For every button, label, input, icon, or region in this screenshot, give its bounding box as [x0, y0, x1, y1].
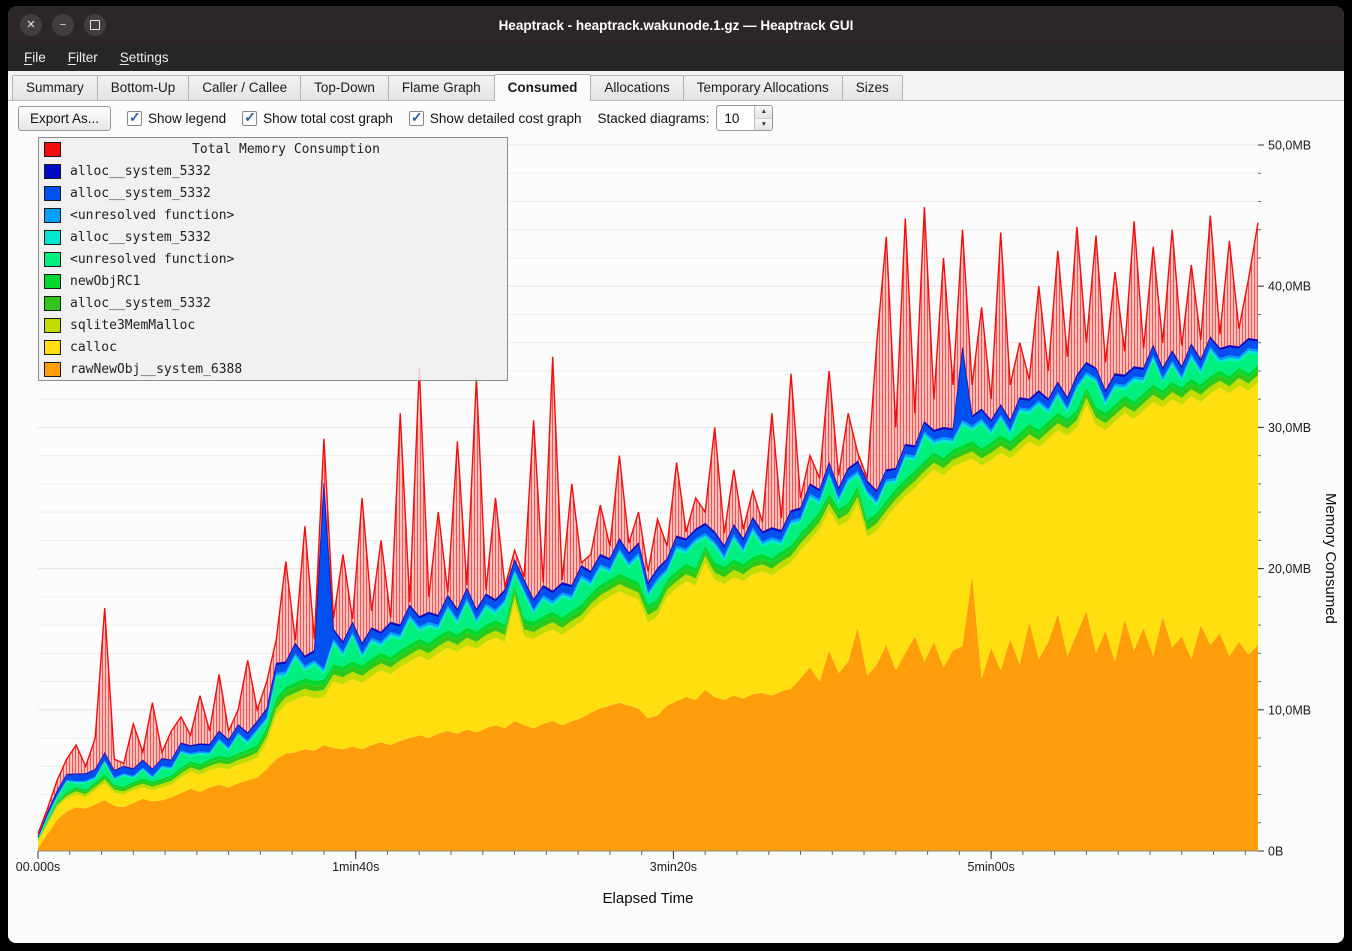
stacked-diagrams-row: Stacked diagrams: 10 ▲ ▼ — [598, 105, 774, 131]
tabbar: SummaryBottom-UpCaller / CalleeTop-DownF… — [8, 71, 1344, 101]
checkbox-box[interactable]: ✓ — [409, 111, 424, 126]
legend-label: alloc__system_5332 — [70, 186, 211, 201]
legend-swatch — [44, 296, 61, 311]
maximize-button[interactable] — [84, 14, 106, 36]
legend-swatch — [44, 164, 61, 179]
titlebar[interactable]: ✕ − Heaptrack - heaptrack.wakunode.1.gz … — [8, 6, 1344, 44]
legend-label: rawNewObj__system_6388 — [70, 362, 242, 377]
legend-label: <unresolved function> — [70, 252, 234, 267]
legend-swatch — [44, 230, 61, 245]
maximize-icon — [90, 20, 100, 30]
tab-caller-callee[interactable]: Caller / Callee — [188, 75, 301, 100]
legend-label: alloc__system_5332 — [70, 230, 211, 245]
legend-title: Total Memory Consumption — [70, 142, 502, 157]
menubar: FileFilterSettings — [8, 44, 1344, 71]
legend-label: <unresolved function> — [70, 208, 234, 223]
menu-filter[interactable]: Filter — [58, 47, 108, 68]
legend-swatch — [44, 274, 61, 289]
legend-swatch — [44, 362, 61, 377]
tab-top-down[interactable]: Top-Down — [300, 75, 389, 100]
legend-swatch — [44, 186, 61, 201]
legend-item-rawnewobj-system-6388: rawNewObj__system_6388 — [39, 358, 507, 380]
window-controls: ✕ − — [20, 14, 106, 36]
legend-title-row: Total Memory Consumption — [39, 138, 507, 160]
svg-text:20,0MB: 20,0MB — [1268, 562, 1311, 576]
tab-sizes[interactable]: Sizes — [842, 75, 903, 100]
spin-up-button[interactable]: ▲ — [755, 106, 772, 119]
legend-label: sqlite3MemMalloc — [70, 318, 195, 333]
checkbox-box[interactable]: ✓ — [127, 111, 142, 126]
minimize-button[interactable]: − — [52, 14, 74, 36]
svg-text:0B: 0B — [1268, 845, 1283, 859]
svg-text:10,0MB: 10,0MB — [1268, 703, 1311, 717]
svg-text:00.000s: 00.000s — [16, 860, 60, 874]
legend-item-alloc-system-5332: alloc__system_5332 — [39, 160, 507, 182]
checkbox-label: Show total cost graph — [263, 111, 393, 126]
spin-buttons: ▲ ▼ — [754, 106, 772, 130]
checkbox-label: Show detailed cost graph — [430, 111, 582, 126]
close-button[interactable]: ✕ — [20, 14, 42, 36]
legend-label: calloc — [70, 340, 117, 355]
show-detailed-cost-graph-checkbox[interactable]: ✓ Show detailed cost graph — [409, 111, 582, 126]
export-as-button[interactable]: Export As... — [18, 106, 111, 131]
show-legend-checkbox[interactable]: ✓ Show legend — [127, 111, 226, 126]
svg-text:40,0MB: 40,0MB — [1268, 280, 1311, 294]
stacked-diagrams-value[interactable]: 10 — [717, 106, 754, 130]
legend-item-calloc: calloc — [39, 336, 507, 358]
svg-text:5min00s: 5min00s — [968, 860, 1015, 874]
legend-label: alloc__system_5332 — [70, 164, 211, 179]
legend-item-alloc-system-5332: alloc__system_5332 — [39, 292, 507, 314]
heaptrack-window: ✕ − Heaptrack - heaptrack.wakunode.1.gz … — [8, 6, 1344, 943]
show-total-cost-graph-checkbox[interactable]: ✓ Show total cost graph — [242, 111, 393, 126]
legend-swatch — [44, 252, 61, 267]
legend-label: alloc__system_5332 — [70, 296, 211, 311]
legend-item-unresolved-function: <unresolved function> — [39, 248, 507, 270]
legend-item-unresolved-function: <unresolved function> — [39, 204, 507, 226]
legend-swatch — [44, 318, 61, 333]
y-axis-title: Memory Consumed — [1322, 493, 1339, 624]
window-frame: ✕ − Heaptrack - heaptrack.wakunode.1.gz … — [0, 0, 1352, 951]
tab-summary[interactable]: Summary — [12, 75, 98, 100]
window-title: Heaptrack - heaptrack.wakunode.1.gz — He… — [8, 18, 1344, 33]
tab-allocations[interactable]: Allocations — [590, 75, 683, 100]
checkbox-label: Show legend — [148, 111, 226, 126]
tab-consumed[interactable]: Consumed — [494, 74, 592, 101]
legend-item-sqlite3memmalloc: sqlite3MemMalloc — [39, 314, 507, 336]
svg-text:3min20s: 3min20s — [650, 860, 697, 874]
legend-item-alloc-system-5332: alloc__system_5332 — [39, 226, 507, 248]
tab-temporary-allocations[interactable]: Temporary Allocations — [683, 75, 843, 100]
chart-legend: Total Memory Consumption alloc__system_5… — [38, 137, 508, 381]
total-consumption-swatch — [44, 142, 61, 157]
legend-swatch — [44, 208, 61, 223]
stacked-diagrams-label: Stacked diagrams: — [598, 111, 710, 126]
toolbar: Export As... ✓ Show legend ✓ Show total cos… — [8, 101, 1344, 135]
menu-file[interactable]: File — [14, 47, 56, 68]
svg-text:30,0MB: 30,0MB — [1268, 421, 1311, 435]
svg-text:1min40s: 1min40s — [332, 860, 379, 874]
tab-flame-graph[interactable]: Flame Graph — [388, 75, 495, 100]
legend-label: newObjRC1 — [70, 274, 140, 289]
checkbox-box[interactable]: ✓ — [242, 111, 257, 126]
svg-text:50,0MB: 50,0MB — [1268, 139, 1311, 153]
x-axis-title: Elapsed Time — [38, 890, 1258, 907]
checkbox-group: ✓ Show legend ✓ Show total cost graph ✓ Show … — [127, 111, 582, 126]
menu-settings[interactable]: Settings — [110, 47, 179, 68]
legend-item-newobjrc1: newObjRC1 — [39, 270, 507, 292]
legend-item-alloc-system-5332: alloc__system_5332 — [39, 182, 507, 204]
chart-area: 00.000s 1min40s 3min20s 5min00s 0B 10,0MB 20,0… — [8, 135, 1344, 943]
spin-down-button[interactable]: ▼ — [755, 119, 772, 131]
legend-swatch — [44, 340, 61, 355]
tab-bottom-up[interactable]: Bottom-Up — [97, 75, 190, 100]
stacked-diagrams-spinbox[interactable]: 10 ▲ ▼ — [716, 105, 773, 131]
